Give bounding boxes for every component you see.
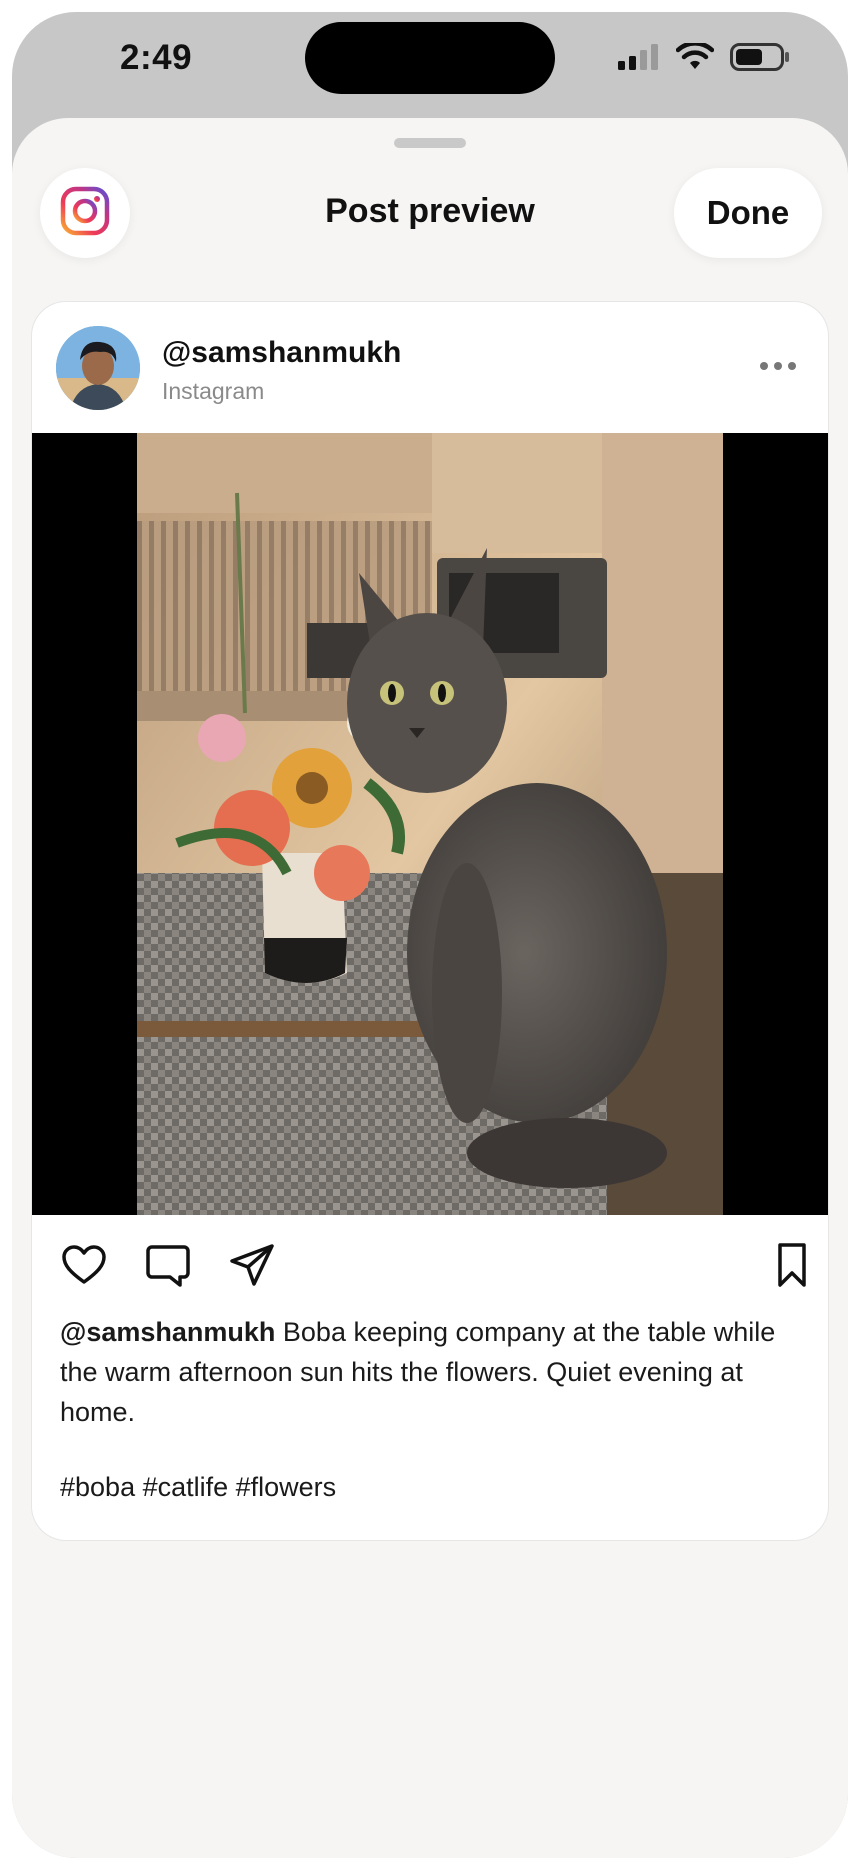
caption-username[interactable]: @samshanmukh xyxy=(60,1317,275,1347)
post-hashtags[interactable]: #boba #catlife #flowers xyxy=(60,1472,336,1503)
dynamic-island xyxy=(305,22,555,94)
status-bar: 2:49 xyxy=(12,12,848,118)
done-button[interactable]: Done xyxy=(674,168,822,258)
status-time: 2:49 xyxy=(120,38,193,77)
heart-icon[interactable] xyxy=(60,1241,108,1289)
sheet-header: Post preview Done xyxy=(12,168,848,258)
post-caption: @samshanmukh Boba keeping company at the… xyxy=(60,1312,800,1432)
post-username[interactable]: @samshanmukh xyxy=(162,336,401,370)
battery-icon xyxy=(730,42,790,77)
sheet-grabber[interactable] xyxy=(394,138,466,148)
post-preview-sheet: Post preview Done @samshanmukh Instagram xyxy=(12,118,848,1858)
comment-icon[interactable] xyxy=(144,1241,192,1289)
wifi-icon xyxy=(675,41,715,76)
post-source: Instagram xyxy=(162,378,265,404)
post-image[interactable] xyxy=(137,433,723,1215)
post-actions xyxy=(32,1215,828,1315)
post-image-frame xyxy=(32,433,828,1215)
post-card: @samshanmukh Instagram @samshanmukh Boba… xyxy=(32,302,828,1540)
more-options-icon[interactable] xyxy=(758,356,798,376)
avatar[interactable] xyxy=(56,326,140,410)
phone-frame: 2:49 Post preview Done @samshanmukh Inst… xyxy=(12,12,848,1858)
post-header: @samshanmukh Instagram xyxy=(32,302,828,433)
cellular-signal-icon xyxy=(616,43,660,76)
share-icon[interactable] xyxy=(228,1241,276,1289)
status-icons xyxy=(616,41,790,77)
bookmark-icon[interactable] xyxy=(768,1241,816,1289)
